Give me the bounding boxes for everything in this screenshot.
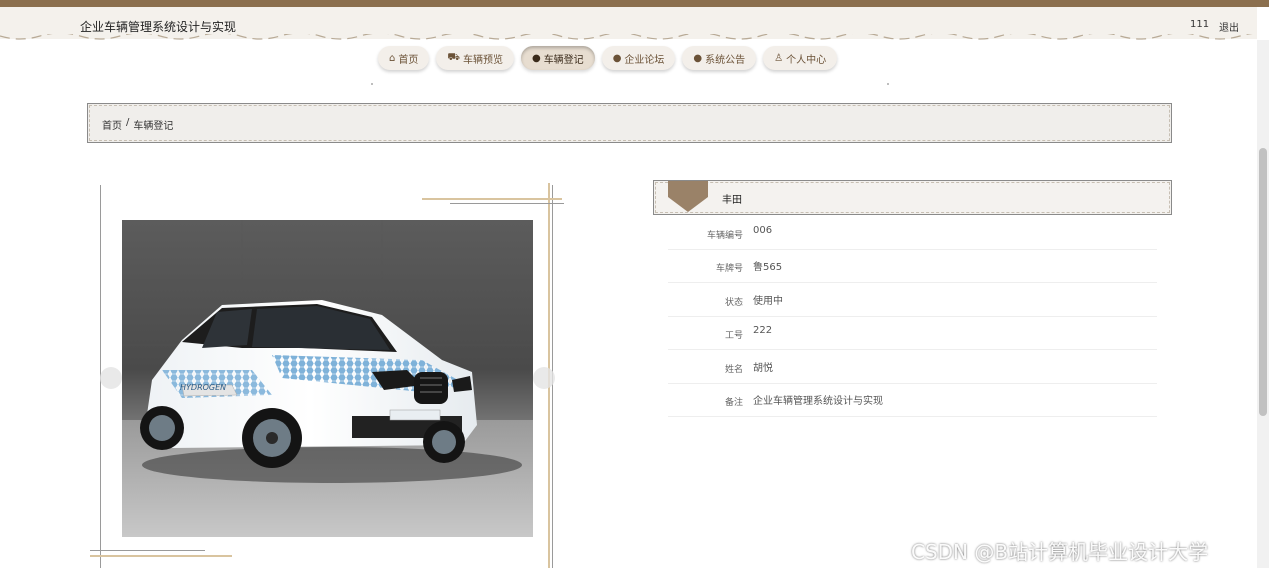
detail-row-name: 姓名 胡悦 <box>668 350 1157 384</box>
detail-row-employee-id: 工号 222 <box>668 316 1157 350</box>
detail-label: 工号 <box>724 331 743 341</box>
detail-value: 006 <box>753 225 773 236</box>
nav-underline-dots <box>371 83 889 85</box>
detail-label: 车辆编号 <box>706 231 743 241</box>
nav-item-label: 系统公告 <box>705 54 746 66</box>
vehicle-details-title: 丰田 <box>722 195 742 206</box>
forum-icon: ● <box>612 52 622 64</box>
gallery-next-button[interactable] <box>533 367 555 389</box>
breadcrumb-current: 车辆登记 <box>133 121 174 132</box>
nav-item-label: 首页 <box>398 54 419 66</box>
header-wave-divider <box>0 34 1254 40</box>
nav-item-home[interactable]: ⌂ 首页 <box>378 46 430 70</box>
user-icon: ♙ <box>774 52 784 64</box>
breadcrumb-bar: 首页 / 车辆登记 <box>87 103 1172 143</box>
vehicle-details-header: 丰田 <box>653 180 1172 215</box>
logout-link[interactable]: 退出 <box>1219 19 1239 34</box>
nav-item-label: 企业论坛 <box>624 54 665 66</box>
detail-value: 使用中 <box>753 296 783 307</box>
main-nav: ⌂ 首页 ⛟ 车辆预览 ● 车辆登记 ● 企业论坛 ● 系统公告 ♙ 个人中心 <box>378 46 838 72</box>
nav-item-label: 车辆预览 <box>462 54 503 66</box>
breadcrumb-separator: / <box>126 117 130 128</box>
detail-label: 状态 <box>724 298 743 308</box>
vehicle-photo-image: HYDROGEN <box>122 220 533 537</box>
detail-value: 222 <box>753 325 773 336</box>
page-scrollbar-thumb[interactable] <box>1259 148 1267 416</box>
top-accent-strip <box>0 0 1269 7</box>
nav-item-notices[interactable]: ● 系统公告 <box>682 46 757 70</box>
detail-row-remarks: 备注 企业车辆管理系统设计与实现 <box>668 383 1157 417</box>
detail-value: 企业车辆管理系统设计与实现 <box>753 396 883 407</box>
gallery-frame-bottom-line <box>90 550 205 551</box>
notice-icon: ● <box>693 52 703 64</box>
car-icon: ⛟ <box>447 51 460 63</box>
detail-row-status: 状态 使用中 <box>668 283 1157 317</box>
vehicle-photo-gallery: HYDROGEN <box>90 183 564 568</box>
detail-value: 胡悦 <box>753 363 773 374</box>
details-ribbon-icon <box>668 181 708 212</box>
nav-item-vehicle-registration[interactable]: ● 车辆登记 <box>520 46 595 70</box>
gallery-frame-top-line <box>450 203 564 204</box>
nav-item-vehicle-preview[interactable]: ⛟ 车辆预览 <box>436 46 514 70</box>
gallery-frame-top-accent <box>422 198 562 200</box>
nav-item-profile[interactable]: ♙ 个人中心 <box>763 46 838 70</box>
gallery-frame-bottom-accent <box>90 555 232 557</box>
nav-item-label: 车辆登记 <box>543 54 584 66</box>
detail-row-vehicle-number: 车辆编号 006 <box>668 216 1157 250</box>
site-title: 企业车辆管理系统设计与实现 <box>80 20 237 34</box>
detail-row-plate-number: 车牌号 鲁565 <box>668 249 1157 283</box>
gallery-prev-button[interactable] <box>100 367 122 389</box>
home-icon: ⌂ <box>389 52 396 64</box>
detail-label: 车牌号 <box>715 264 743 274</box>
detail-label: 备注 <box>724 398 743 408</box>
info-icon: ● <box>531 52 541 64</box>
nav-item-label: 个人中心 <box>786 54 827 66</box>
breadcrumb-home[interactable]: 首页 <box>102 117 122 132</box>
watermark-text: CSDN @B站计算机毕业设计大学 <box>911 540 1209 564</box>
breadcrumb: 首页 / 车辆登记 <box>102 117 173 132</box>
current-user-name: 111 <box>1190 19 1210 30</box>
detail-value: 鲁565 <box>753 262 783 273</box>
nav-item-forum[interactable]: ● 企业论坛 <box>601 46 676 70</box>
vehicle-livery-text: HYDROGEN <box>180 383 226 392</box>
detail-label: 姓名 <box>724 365 743 375</box>
vehicle-photo: HYDROGEN <box>122 220 533 537</box>
